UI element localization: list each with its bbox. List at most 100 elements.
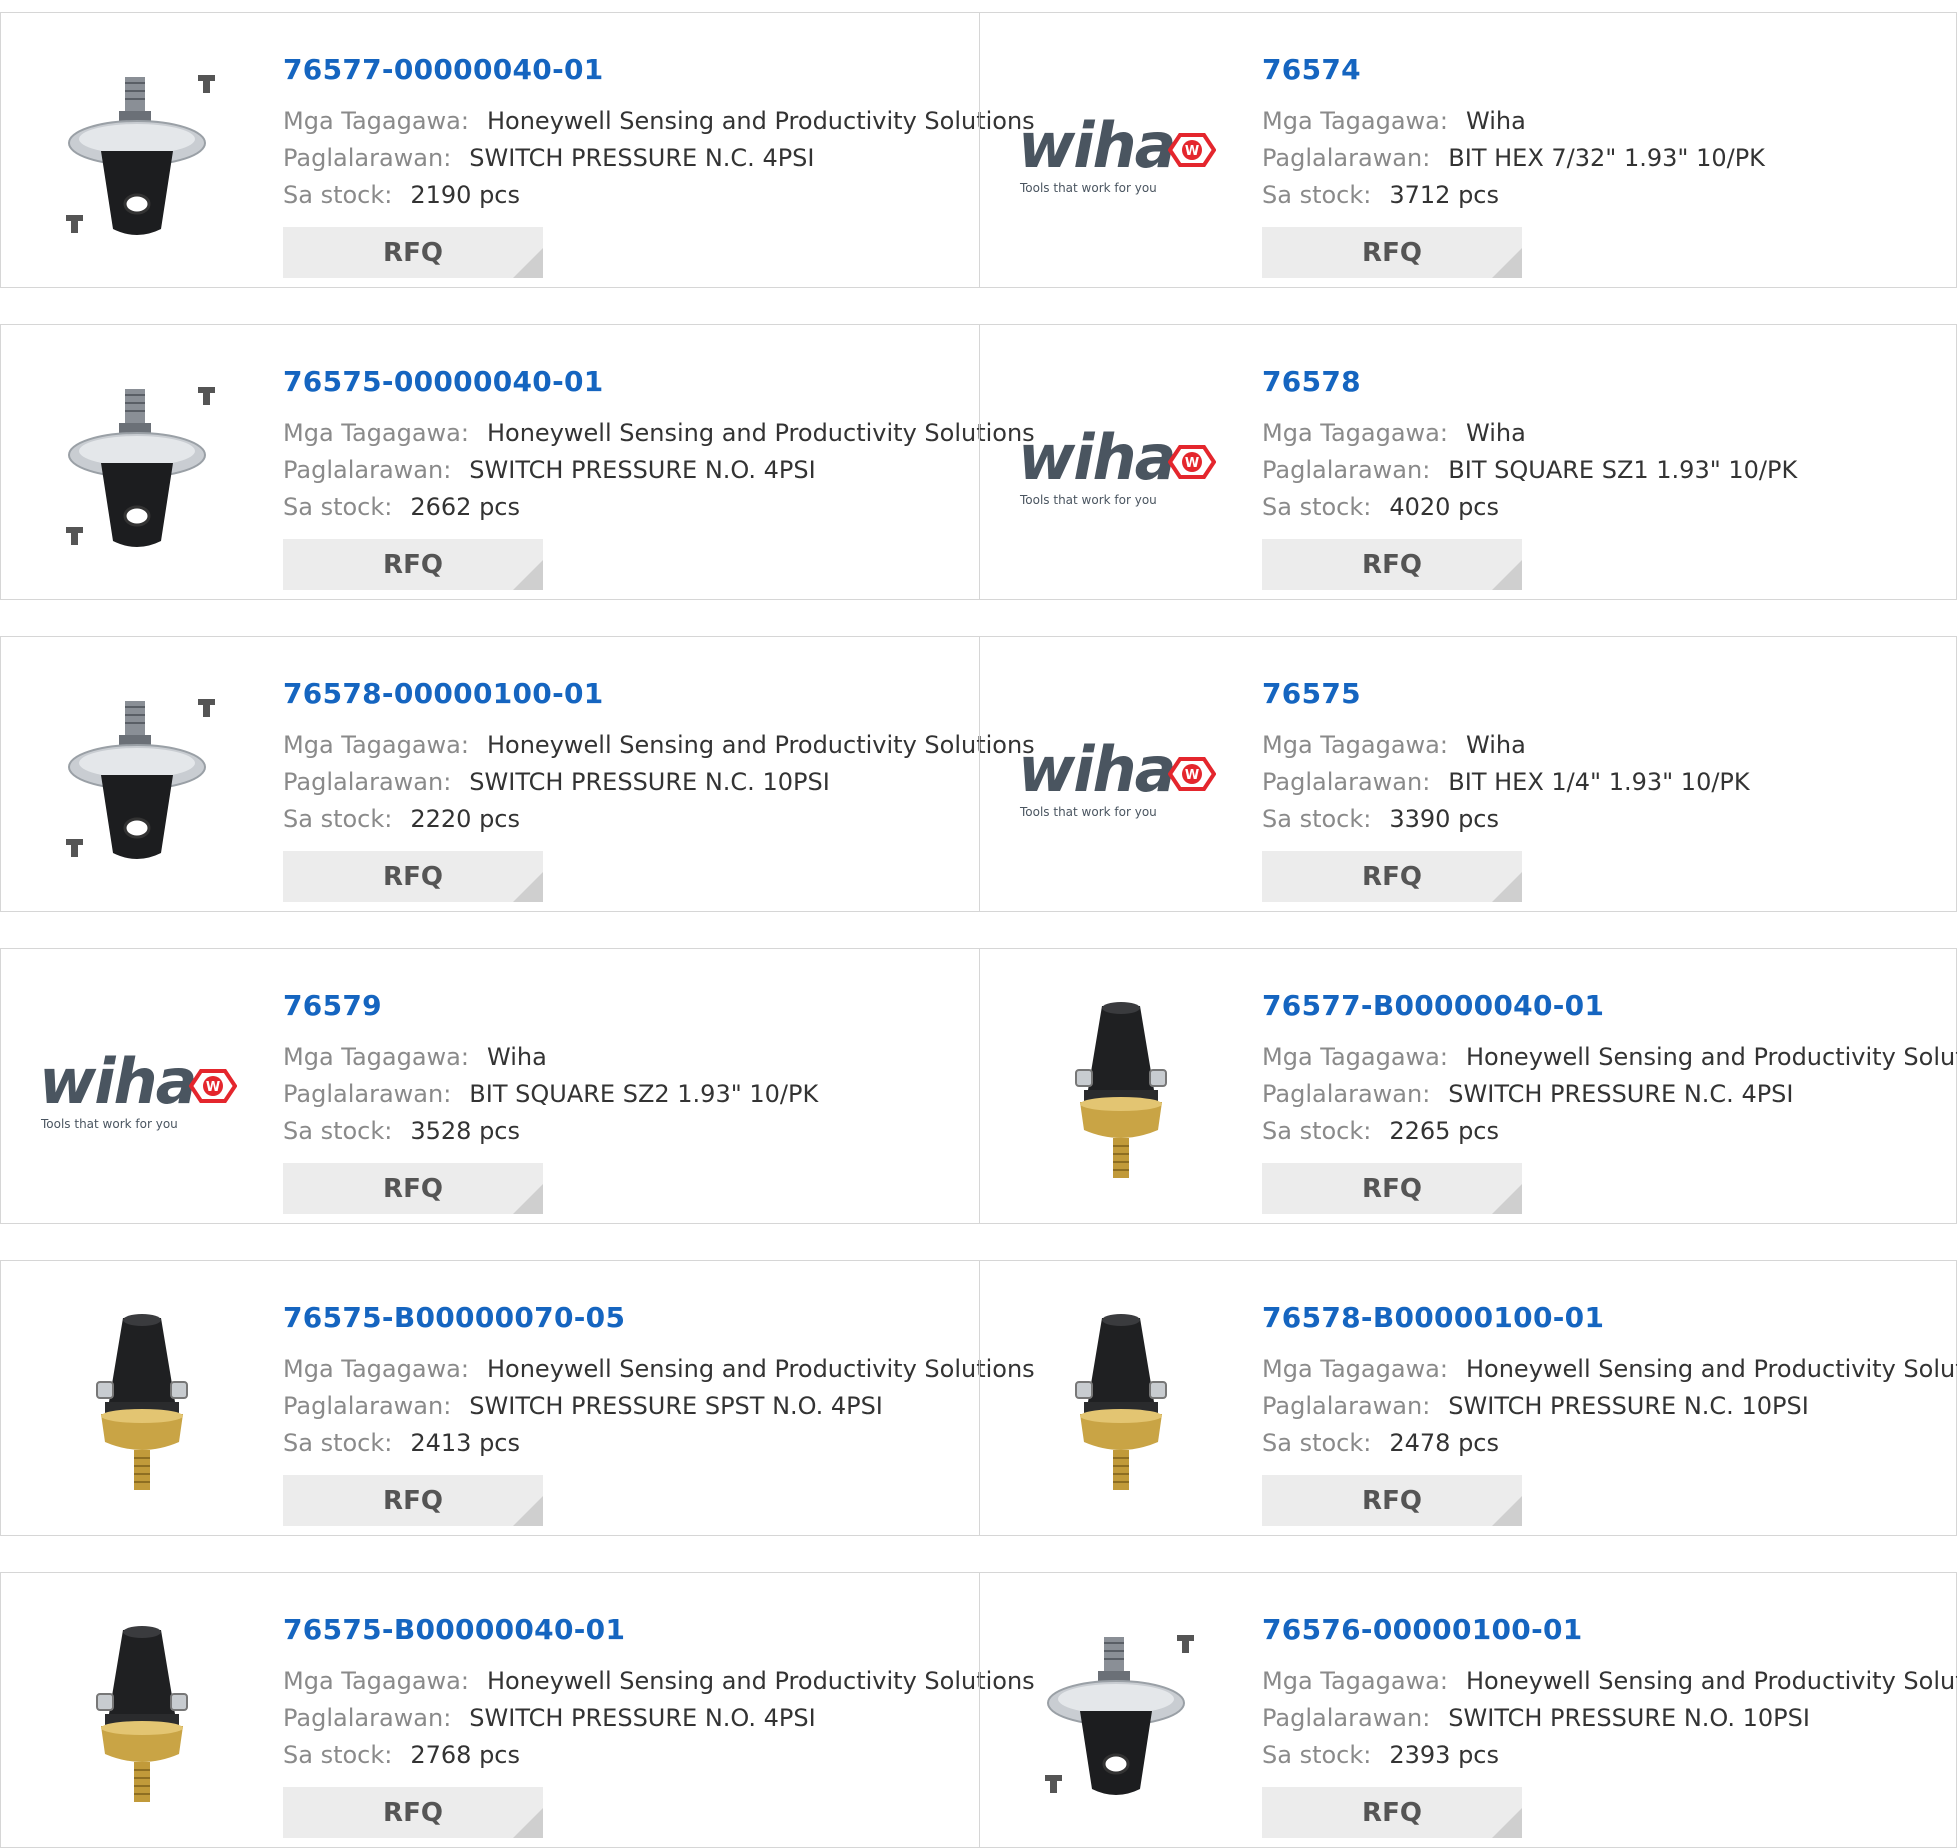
manufacturer-line: Mga Tagagawa: Honeywell Sensing and Produ… xyxy=(1262,1043,1957,1071)
stock-label: Sa stock: xyxy=(283,181,393,209)
manufacturer-line: Mga Tagagawa: Honeywell Sensing and Produ… xyxy=(1262,1355,1957,1383)
rfq-button[interactable]: RFQ xyxy=(1262,1787,1522,1838)
product-grid: 76577-00000040-01 Mga Tagagawa: Honeywell… xyxy=(0,0,1957,1848)
product-part-number-link[interactable]: 76575-00000040-01 xyxy=(283,365,604,398)
pressure-switch-brass-icon xyxy=(67,1302,217,1506)
rfq-button-label: RFQ xyxy=(1362,1173,1422,1204)
rfq-button[interactable]: RFQ xyxy=(283,539,543,590)
rfq-button[interactable]: RFQ xyxy=(283,1163,543,1214)
rfq-button-label: RFQ xyxy=(383,1485,443,1516)
product-image-link[interactable] xyxy=(39,53,244,258)
product-image-link[interactable]: wiha W Tools that work for you xyxy=(1018,365,1223,570)
wiha-logo-tagline: Tools that work for you xyxy=(1020,804,1157,819)
product-image-link[interactable]: wiha W Tools that work for you xyxy=(39,989,244,1194)
product-image-link[interactable] xyxy=(39,1613,244,1818)
product-image-link[interactable] xyxy=(1018,989,1223,1194)
stock-value: 3528 pcs xyxy=(410,1117,520,1145)
product-part-number-link[interactable]: 76576-00000100-01 xyxy=(1262,1613,1583,1646)
pressure-switch-brass-icon xyxy=(67,1614,217,1818)
product-part-number-link[interactable]: 76574 xyxy=(1262,53,1361,86)
manufacturer-label: Mga Tagagawa: xyxy=(1262,1043,1448,1071)
product-image-link[interactable] xyxy=(1018,1301,1223,1506)
manufacturer-value: Honeywell Sensing and Productivity Solut… xyxy=(486,419,1035,447)
rfq-corner-decoration xyxy=(1492,872,1522,902)
product-image-link[interactable]: wiha W Tools that work for you xyxy=(1018,53,1223,258)
product-part-number-link[interactable]: 76575-B00000070-05 xyxy=(283,1301,625,1334)
rfq-button[interactable]: RFQ xyxy=(1262,539,1522,590)
product-part-number-link[interactable]: 76579 xyxy=(283,989,382,1022)
product-row: 76577-00000040-01 Mga Tagagawa: Honeywell… xyxy=(0,12,1957,288)
description-value: SWITCH PRESSURE N.C. 4PSI xyxy=(469,144,815,172)
rfq-button[interactable]: RFQ xyxy=(1262,1163,1522,1214)
product-card: 76575-00000040-01 Mga Tagagawa: Honeywell… xyxy=(1,325,1035,599)
description-label: Paglalarawan: xyxy=(283,768,452,796)
stock-label: Sa stock: xyxy=(283,1429,393,1457)
product-part-number-link[interactable]: 76577-B00000040-01 xyxy=(1262,989,1604,1022)
stock-label: Sa stock: xyxy=(1262,1117,1372,1145)
product-card: wiha W Tools that work for you 76574 Mga… xyxy=(980,13,1957,287)
rfq-button[interactable]: RFQ xyxy=(283,1787,543,1838)
stock-line: Sa stock: 2413 pcs xyxy=(283,1429,520,1457)
manufacturer-line: Mga Tagagawa: Honeywell Sensing and Produ… xyxy=(283,731,1035,759)
description-line: Paglalarawan: SWITCH PRESSURE N.C. 10PSI xyxy=(283,768,830,796)
stock-line: Sa stock: 2220 pcs xyxy=(283,805,520,833)
description-value: BIT SQUARE SZ2 1.93" 10/PK xyxy=(469,1080,819,1108)
rfq-button[interactable]: RFQ xyxy=(283,1475,543,1526)
stock-value: 3712 pcs xyxy=(1389,181,1499,209)
svg-text:W: W xyxy=(206,1080,220,1095)
manufacturer-value: Honeywell Sensing and Productivity Solut… xyxy=(486,1355,1035,1383)
product-image-link[interactable] xyxy=(1018,1613,1223,1818)
stock-value: 2478 pcs xyxy=(1389,1429,1499,1457)
stock-label: Sa stock: xyxy=(1262,1429,1372,1457)
product-part-number-link[interactable]: 76578 xyxy=(1262,365,1361,398)
rfq-button[interactable]: RFQ xyxy=(283,851,543,902)
stock-label: Sa stock: xyxy=(1262,181,1372,209)
svg-text:W: W xyxy=(1185,144,1199,159)
description-label: Paglalarawan: xyxy=(283,1080,452,1108)
rfq-button-label: RFQ xyxy=(1362,861,1422,892)
manufacturer-value: Honeywell Sensing and Productivity Solut… xyxy=(486,107,1035,135)
description-label: Paglalarawan: xyxy=(1262,144,1431,172)
manufacturer-label: Mga Tagagawa: xyxy=(283,1355,469,1383)
rfq-button[interactable]: RFQ xyxy=(1262,1475,1522,1526)
description-label: Paglalarawan: xyxy=(283,456,452,484)
stock-label: Sa stock: xyxy=(1262,805,1372,833)
manufacturer-line: Mga Tagagawa: Honeywell Sensing and Produ… xyxy=(283,1667,1035,1695)
wiha-logo-tagline: Tools that work for you xyxy=(1020,492,1157,507)
product-part-number-link[interactable]: 76577-00000040-01 xyxy=(283,53,604,86)
description-label: Paglalarawan: xyxy=(1262,456,1431,484)
stock-label: Sa stock: xyxy=(283,1741,393,1769)
rfq-corner-decoration xyxy=(513,1808,543,1838)
wiha-logo: wiha W Tools that work for you xyxy=(1018,108,1223,201)
rfq-corner-decoration xyxy=(513,872,543,902)
product-part-number-link[interactable]: 76575-B00000040-01 xyxy=(283,1613,625,1646)
product-image-link[interactable] xyxy=(39,677,244,882)
manufacturer-line: Mga Tagagawa: Honeywell Sensing and Produ… xyxy=(283,419,1035,447)
manufacturer-label: Mga Tagagawa: xyxy=(283,419,469,447)
manufacturer-value: Wiha xyxy=(486,1043,547,1071)
wiha-logo-word: wiha xyxy=(1018,108,1177,182)
rfq-button[interactable]: RFQ xyxy=(1262,851,1522,902)
stock-line: Sa stock: 2190 pcs xyxy=(283,181,520,209)
stock-value: 2393 pcs xyxy=(1389,1741,1499,1769)
product-image-link[interactable] xyxy=(39,365,244,570)
description-line: Paglalarawan: SWITCH PRESSURE N.C. 10PSI xyxy=(1262,1392,1809,1420)
product-image-link[interactable]: wiha W Tools that work for you xyxy=(1018,677,1223,882)
manufacturer-label: Mga Tagagawa: xyxy=(1262,1355,1448,1383)
description-value: SWITCH PRESSURE N.C. 4PSI xyxy=(1448,1080,1794,1108)
product-part-number-link[interactable]: 76578-00000100-01 xyxy=(283,677,604,710)
product-card: 76575-B00000070-05 Mga Tagagawa: Honeywel… xyxy=(1,1261,1035,1535)
manufacturer-line: Mga Tagagawa: Wiha xyxy=(1262,107,1526,135)
product-part-number-link[interactable]: 76578-B00000100-01 xyxy=(1262,1301,1604,1334)
rfq-corner-decoration xyxy=(513,1496,543,1526)
rfq-button[interactable]: RFQ xyxy=(283,227,543,278)
product-part-number-link[interactable]: 76575 xyxy=(1262,677,1361,710)
product-image-link[interactable] xyxy=(39,1301,244,1506)
rfq-button-label: RFQ xyxy=(1362,1797,1422,1828)
pressure-switch-black-icon xyxy=(57,683,227,877)
stock-line: Sa stock: 3390 pcs xyxy=(1262,805,1499,833)
product-card: 76578-00000100-01 Mga Tagagawa: Honeywell… xyxy=(1,637,1035,911)
rfq-button-label: RFQ xyxy=(383,549,443,580)
rfq-corner-decoration xyxy=(1492,1496,1522,1526)
rfq-button[interactable]: RFQ xyxy=(1262,227,1522,278)
